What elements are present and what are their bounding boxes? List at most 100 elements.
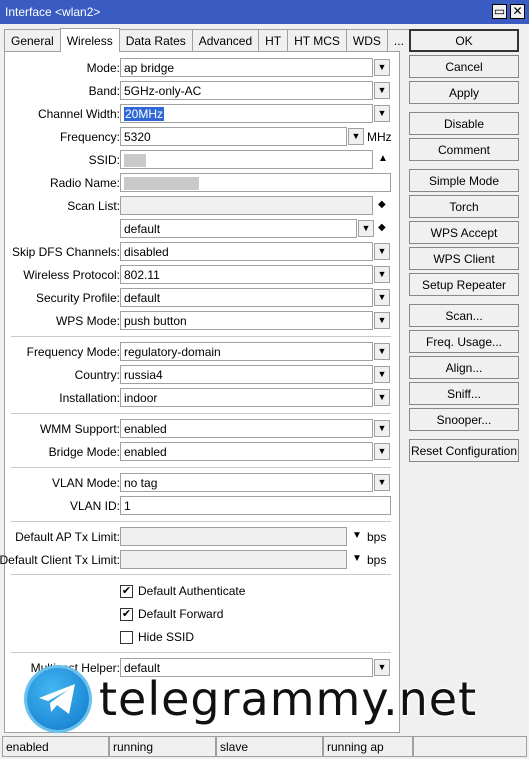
- frequency-mode-field[interactable]: regulatory-domain: [120, 342, 373, 361]
- multicast-helper-dropdown-icon[interactable]: ▼: [374, 659, 390, 676]
- comment-button[interactable]: Comment: [409, 138, 519, 161]
- disable-button[interactable]: Disable: [409, 112, 519, 135]
- mode-dropdown-icon[interactable]: ▼: [374, 59, 390, 76]
- tab-wds[interactable]: WDS: [345, 29, 388, 52]
- band-dropdown-icon[interactable]: ▼: [374, 82, 390, 99]
- vlan-mode-label: VLAN Mode:: [51, 476, 120, 490]
- tab-advanced[interactable]: Advanced: [191, 29, 260, 52]
- wps-accept-button[interactable]: WPS Accept: [409, 221, 519, 244]
- default-client-tx-dropdown-icon[interactable]: ▼: [352, 550, 362, 568]
- default-authenticate-checkbox[interactable]: ✔ Default Authenticate: [120, 582, 245, 600]
- close-icon[interactable]: ✕: [510, 4, 525, 19]
- frequency-row: Frequency: 5320 ▼ MHz: [5, 127, 401, 147]
- security-profile-label: Security Profile:: [35, 291, 120, 305]
- default-ap-tx-row: Default AP Tx Limit: ▼ bps: [5, 527, 401, 547]
- tab-wireless[interactable]: Wireless: [59, 28, 120, 52]
- tab-ht[interactable]: HT: [258, 29, 289, 52]
- frequency-label: Frequency:: [59, 130, 120, 144]
- torch-button[interactable]: Torch: [409, 195, 519, 218]
- scan-list-updown-icon[interactable]: ◆: [378, 196, 386, 214]
- cancel-button[interactable]: Cancel: [409, 55, 519, 78]
- default-forward-checkbox[interactable]: ✔ Default Forward: [120, 605, 223, 623]
- wireless-protocol-field[interactable]: 802.11: [120, 265, 373, 284]
- tab-general[interactable]: General: [4, 29, 61, 52]
- default-forward-label: Default Forward: [138, 607, 224, 621]
- channel-width-row: Channel Width: 20MHz ▼: [5, 104, 401, 124]
- skip-dfs-dropdown-icon[interactable]: ▼: [374, 243, 390, 260]
- vlan-id-field[interactable]: 1: [120, 496, 391, 515]
- tab-ht-mcs[interactable]: HT MCS: [287, 29, 347, 52]
- security-profile-dropdown-icon[interactable]: ▼: [374, 289, 390, 306]
- status-running-ap: running ap: [323, 736, 413, 757]
- scan-list-row: Scan List: ◆: [5, 196, 401, 216]
- default-client-tx-field[interactable]: [120, 550, 347, 569]
- unchecked-box-icon[interactable]: [120, 630, 133, 644]
- skip-dfs-label: Skip DFS Channels:: [11, 245, 120, 259]
- wmm-support-field[interactable]: enabled: [120, 419, 373, 438]
- tab-more[interactable]: ...: [386, 29, 411, 52]
- apply-button[interactable]: Apply: [409, 81, 519, 104]
- wps-client-button[interactable]: WPS Client: [409, 247, 519, 270]
- check-icon[interactable]: ✔: [120, 584, 133, 598]
- scan-list-field-2[interactable]: default: [120, 219, 357, 238]
- country-field[interactable]: russia4: [120, 365, 373, 384]
- frequency-mode-dropdown-icon[interactable]: ▼: [374, 343, 390, 360]
- installation-label: Installation:: [59, 391, 120, 405]
- wps-mode-label: WPS Mode:: [55, 314, 120, 328]
- channel-width-field[interactable]: 20MHz: [120, 104, 373, 123]
- installation-field[interactable]: indoor: [120, 388, 373, 407]
- ok-button[interactable]: OK: [409, 29, 519, 52]
- simple-mode-button[interactable]: Simple Mode: [409, 169, 519, 192]
- multicast-helper-field[interactable]: default: [120, 658, 373, 677]
- wmm-support-dropdown-icon[interactable]: ▼: [374, 420, 390, 437]
- vlan-mode-field[interactable]: no tag: [120, 473, 373, 492]
- mode-field[interactable]: ap bridge: [120, 58, 373, 77]
- wireless-protocol-dropdown-icon[interactable]: ▼: [374, 266, 390, 283]
- reset-configuration-button[interactable]: Reset Configuration: [409, 439, 519, 462]
- freq-usage-button[interactable]: Freq. Usage...: [409, 330, 519, 353]
- frequency-mode-row: Frequency Mode: regulatory-domain ▼: [5, 342, 401, 362]
- snooper-button[interactable]: Snooper...: [409, 408, 519, 431]
- channel-width-label: Channel Width:: [37, 107, 120, 121]
- radio-name-label: Radio Name:: [49, 176, 120, 190]
- wps-mode-field[interactable]: push button: [120, 311, 373, 330]
- frequency-field[interactable]: 5320: [120, 127, 347, 146]
- align-button[interactable]: Align...: [409, 356, 519, 379]
- wireless-form-panel: Mode: ap bridge ▼ Band: 5GHz-only-AC ▼ C…: [0, 51, 401, 733]
- default-client-tx-row: Default Client Tx Limit: ▼ bps: [0, 550, 401, 570]
- mode-row: Mode: ap bridge ▼: [5, 58, 401, 78]
- scan-list-field[interactable]: [120, 196, 373, 215]
- frequency-dropdown-icon[interactable]: ▼: [348, 128, 364, 145]
- radio-name-field[interactable]: [120, 173, 391, 192]
- wireless-protocol-row: Wireless Protocol: 802.11 ▼: [5, 265, 401, 285]
- security-profile-field[interactable]: default: [120, 288, 373, 307]
- hide-ssid-checkbox[interactable]: Hide SSID: [120, 628, 194, 646]
- country-dropdown-icon[interactable]: ▼: [374, 366, 390, 383]
- default-ap-tx-dropdown-icon[interactable]: ▼: [352, 527, 362, 545]
- bridge-mode-dropdown-icon[interactable]: ▼: [374, 443, 390, 460]
- vlan-mode-dropdown-icon[interactable]: ▼: [374, 474, 390, 491]
- check-icon[interactable]: ✔: [120, 607, 133, 621]
- scan-button[interactable]: Scan...: [409, 304, 519, 327]
- scan-list-dropdown-icon[interactable]: ▼: [358, 220, 374, 237]
- country-label: Country:: [74, 368, 120, 382]
- setup-repeater-button[interactable]: Setup Repeater: [409, 273, 519, 296]
- installation-dropdown-icon[interactable]: ▼: [374, 389, 390, 406]
- scan-list-2-updown-icon[interactable]: ◆: [378, 219, 386, 237]
- wps-mode-dropdown-icon[interactable]: ▼: [374, 312, 390, 329]
- ssid-up-icon[interactable]: ▲: [378, 150, 388, 168]
- multicast-helper-row: Multicast Helper: default ▼: [5, 658, 401, 678]
- skip-dfs-field[interactable]: disabled: [120, 242, 373, 261]
- bridge-mode-field[interactable]: enabled: [120, 442, 373, 461]
- vlan-mode-row: VLAN Mode: no tag ▼: [5, 473, 401, 493]
- restore-icon[interactable]: ▭: [492, 4, 507, 19]
- ssid-field[interactable]: [120, 150, 373, 169]
- ssid-redacted: [124, 154, 146, 168]
- divider: [11, 652, 391, 653]
- default-ap-tx-field[interactable]: [120, 527, 347, 546]
- sniff-button[interactable]: Sniff...: [409, 382, 519, 405]
- tab-data-rates[interactable]: Data Rates: [118, 29, 193, 52]
- band-field[interactable]: 5GHz-only-AC: [120, 81, 373, 100]
- vlan-id-row: VLAN ID: 1: [5, 496, 401, 516]
- channel-width-dropdown-icon[interactable]: ▼: [374, 105, 390, 122]
